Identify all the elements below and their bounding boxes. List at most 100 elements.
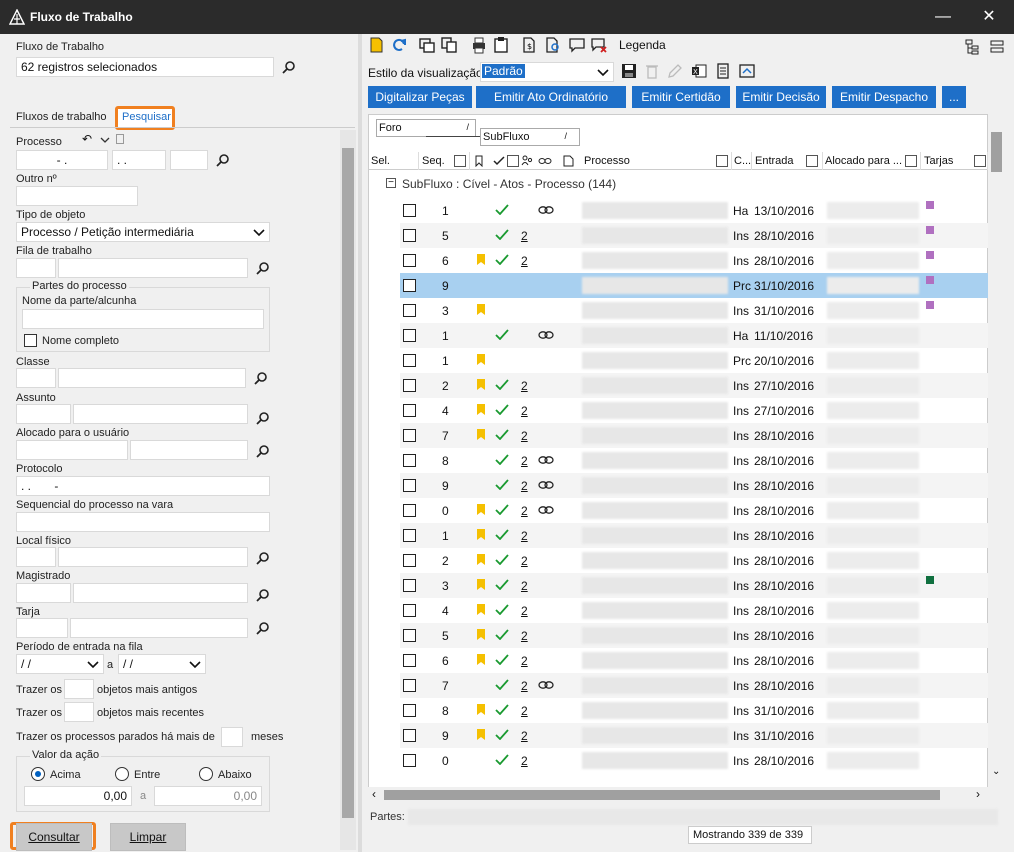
row-count-link[interactable]: 2 — [521, 404, 528, 418]
row-checkbox[interactable] — [403, 679, 416, 692]
fila-desc[interactable] — [58, 258, 248, 278]
outro-field[interactable] — [16, 186, 138, 206]
scroll-right-icon[interactable]: › — [976, 787, 980, 801]
row-count-link[interactable]: 2 — [521, 754, 528, 768]
trazer-antigos-field[interactable] — [64, 679, 94, 699]
table-row[interactable]: 3 Ins 31/10/2016 — [400, 298, 988, 323]
limpar-button[interactable]: Limpar — [110, 823, 186, 851]
row-count-link[interactable]: 2 — [521, 429, 528, 443]
periodo-to[interactable]: / / — [118, 654, 206, 674]
more-actions-button[interactable]: ... — [942, 86, 966, 108]
row-count-link[interactable]: 2 — [521, 504, 528, 518]
magistrado-code[interactable] — [16, 583, 71, 603]
table-row[interactable]: 9 2 Ins 31/10/2016 — [400, 723, 988, 748]
row-count-link[interactable]: 2 — [521, 229, 528, 243]
col-seq-dropdown[interactable] — [454, 155, 466, 167]
classe-desc[interactable] — [58, 368, 246, 388]
row-checkbox[interactable] — [403, 279, 416, 292]
row-checkbox[interactable] — [403, 404, 416, 417]
save-icon[interactable] — [620, 62, 638, 80]
table-row[interactable]: 9 2 Ins 28/10/2016 — [400, 473, 988, 498]
table-row[interactable]: 4 2 Ins 27/10/2016 — [400, 398, 988, 423]
row-count-link[interactable]: 2 — [521, 554, 528, 568]
table-row[interactable]: 7 2 Ins 28/10/2016 — [400, 673, 988, 698]
message-delete-icon[interactable] — [590, 36, 608, 54]
row-checkbox[interactable] — [403, 354, 416, 367]
list-view-icon[interactable] — [988, 38, 1006, 56]
excel-icon[interactable]: X — [690, 62, 708, 80]
processo-field-3[interactable] — [170, 150, 208, 170]
assunto-desc[interactable] — [73, 404, 248, 424]
table-row[interactable]: 0 2 Ins 28/10/2016 — [400, 498, 988, 523]
trazer-recentes-field[interactable] — [64, 702, 94, 722]
col-processo[interactable]: Processo — [582, 152, 732, 170]
close-button[interactable]: ✕ — [966, 0, 1012, 34]
legenda-link[interactable]: Legenda — [619, 38, 666, 52]
table-row[interactable]: 7 2 Ins 28/10/2016 — [400, 423, 988, 448]
table-row[interactable]: 5 2 Ins 28/10/2016 — [400, 623, 988, 648]
splitter[interactable] — [358, 34, 362, 852]
table-row[interactable]: 9 Prc 31/10/2016 — [400, 273, 988, 298]
emitir-decisao-button[interactable]: Emitir Decisão — [736, 86, 826, 108]
row-count-link[interactable]: 2 — [521, 579, 528, 593]
col-entrada-dropdown[interactable] — [806, 155, 818, 167]
row-checkbox[interactable] — [403, 604, 416, 617]
row-checkbox[interactable] — [403, 754, 416, 767]
grid-hscroll-thumb[interactable] — [384, 790, 940, 800]
row-checkbox[interactable] — [403, 329, 416, 342]
row-checkbox[interactable] — [403, 429, 416, 442]
undo-icon[interactable]: ↶ — [82, 132, 92, 146]
alocado-code[interactable] — [16, 440, 128, 460]
consultar-button[interactable]: Consultar — [16, 823, 92, 851]
valor-to-field[interactable]: 0,00 — [154, 786, 262, 806]
radio-abaixo[interactable] — [199, 767, 213, 781]
search-icon[interactable] — [256, 444, 270, 458]
assunto-code[interactable] — [16, 404, 71, 424]
row-checkbox[interactable] — [403, 304, 416, 317]
search-icon[interactable] — [216, 153, 230, 167]
search-document-icon[interactable] — [544, 36, 562, 54]
protocolo-field[interactable]: . . - — [16, 476, 270, 496]
row-checkbox[interactable] — [403, 529, 416, 542]
row-count-link[interactable]: 2 — [521, 479, 528, 493]
scroll-down-icon[interactable]: ⌄ — [992, 766, 1000, 777]
emitir-despacho-button[interactable]: Emitir Despacho — [832, 86, 936, 108]
grid-vscrollbar[interactable]: ⌄ — [988, 114, 1005, 788]
document-dollar-icon[interactable]: $ — [520, 36, 538, 54]
grid-vscroll-thumb[interactable] — [991, 132, 1002, 172]
local-desc[interactable] — [58, 547, 248, 567]
nome-parte-field[interactable] — [22, 309, 264, 329]
classe-code[interactable] — [16, 368, 56, 388]
table-row[interactable]: 1 2 Ins 28/10/2016 — [400, 523, 988, 548]
col-alocado-dropdown[interactable] — [905, 155, 917, 167]
row-checkbox[interactable] — [403, 504, 416, 517]
message-icon[interactable] — [568, 36, 586, 54]
col-sel[interactable]: Sel. — [369, 152, 419, 170]
col-check-dropdown[interactable] — [507, 155, 519, 167]
emitir-certidao-button[interactable]: Emitir Certidão — [632, 86, 730, 108]
row-count-link[interactable]: 2 — [521, 654, 528, 668]
search-icon[interactable] — [254, 371, 268, 385]
row-count-link[interactable]: 2 — [521, 704, 528, 718]
table-row[interactable]: 8 2 Ins 31/10/2016 — [400, 698, 988, 723]
window-icon[interactable] — [418, 36, 436, 54]
tree-view-icon[interactable] — [964, 38, 982, 56]
tipo-select[interactable]: Processo / Petição intermediária — [16, 222, 270, 242]
alocado-desc[interactable] — [130, 440, 248, 460]
search-icon[interactable] — [256, 588, 270, 602]
periodo-from[interactable]: / / — [16, 654, 104, 674]
tarja-desc[interactable] — [70, 618, 248, 638]
row-checkbox[interactable] — [403, 579, 416, 592]
fila-code[interactable] — [16, 258, 56, 278]
table-row[interactable]: 6 2 Ins 28/10/2016 — [400, 248, 988, 273]
magistrado-desc[interactable] — [73, 583, 248, 603]
row-count-link[interactable]: 2 — [521, 679, 528, 693]
row-checkbox[interactable] — [403, 654, 416, 667]
clipboard-icon[interactable] — [492, 36, 510, 54]
row-checkbox[interactable] — [403, 629, 416, 642]
grid-hscrollbar[interactable]: ‹ › — [368, 787, 988, 803]
col-tarjas-dropdown[interactable] — [974, 155, 986, 167]
search-icon[interactable] — [256, 411, 270, 425]
table-row[interactable]: 1 Ha 11/10/2016 — [400, 323, 988, 348]
row-checkbox[interactable] — [403, 479, 416, 492]
